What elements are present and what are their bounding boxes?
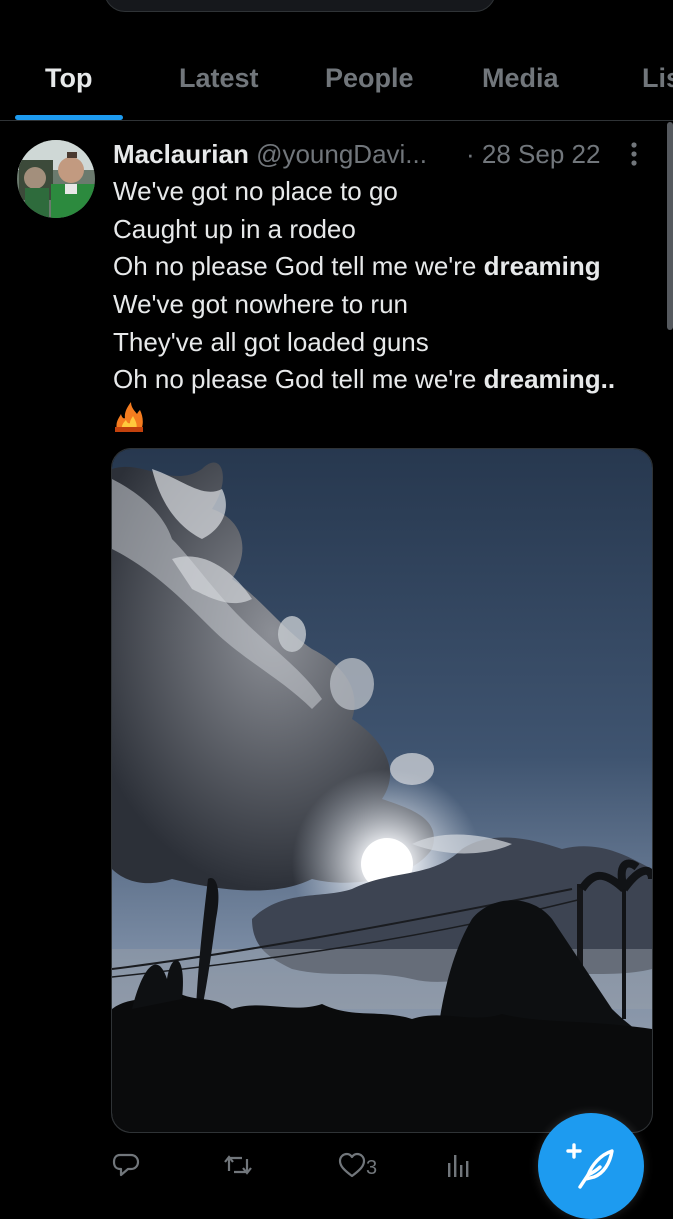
fire-emoji [113, 400, 145, 432]
like-icon [338, 1152, 366, 1184]
search-tabs: Top Latest People Media Lis [0, 48, 673, 121]
reply-button[interactable] [112, 1150, 140, 1186]
retweet-icon [222, 1151, 254, 1185]
search-bar[interactable] [104, 0, 496, 12]
tweet-line: Oh no please God tell me we're dreaming [113, 251, 601, 282]
tweet-line: They've all got loaded guns [113, 326, 429, 357]
like-count: 3 [366, 1156, 378, 1179]
tweet-line: Oh no please God tell me we're dreaming.… [113, 364, 616, 395]
active-tab-indicator [15, 115, 123, 120]
views-icon [446, 1151, 470, 1185]
tweet-photo[interactable] [111, 448, 653, 1133]
tab-media[interactable]: Media [482, 58, 559, 98]
tweet-header: Maclaurian @youngDavi... [113, 136, 427, 172]
tweet[interactable]: Maclaurian @youngDavi... · 28 Sep 22 We'… [0, 121, 673, 1219]
author-name[interactable]: Maclaurian [113, 139, 249, 169]
tweet-line: We've got no place to go [113, 176, 398, 206]
tweet-text: We've got no place to go Caught up in a … [113, 173, 663, 399]
tweet-date[interactable]: · 28 Sep 22 [466, 136, 600, 172]
tab-latest[interactable]: Latest [179, 58, 259, 98]
tab-top[interactable]: Top [45, 58, 92, 98]
compose-icon [566, 1141, 618, 1198]
like-button[interactable]: 3 [338, 1150, 377, 1186]
tweet-line: Caught up in a rodeo [113, 213, 356, 244]
tab-people[interactable]: People [325, 58, 414, 98]
author-handle[interactable]: @youngDavi... [256, 139, 427, 169]
retweet-button[interactable] [222, 1150, 254, 1186]
avatar[interactable] [17, 140, 95, 218]
more-icon[interactable] [622, 139, 646, 169]
views-button[interactable] [446, 1150, 470, 1186]
tweet-line: We've got nowhere to run [113, 289, 408, 320]
compose-button[interactable] [538, 1113, 644, 1219]
tab-lists[interactable]: Lis [642, 58, 673, 98]
reply-icon [112, 1151, 140, 1185]
